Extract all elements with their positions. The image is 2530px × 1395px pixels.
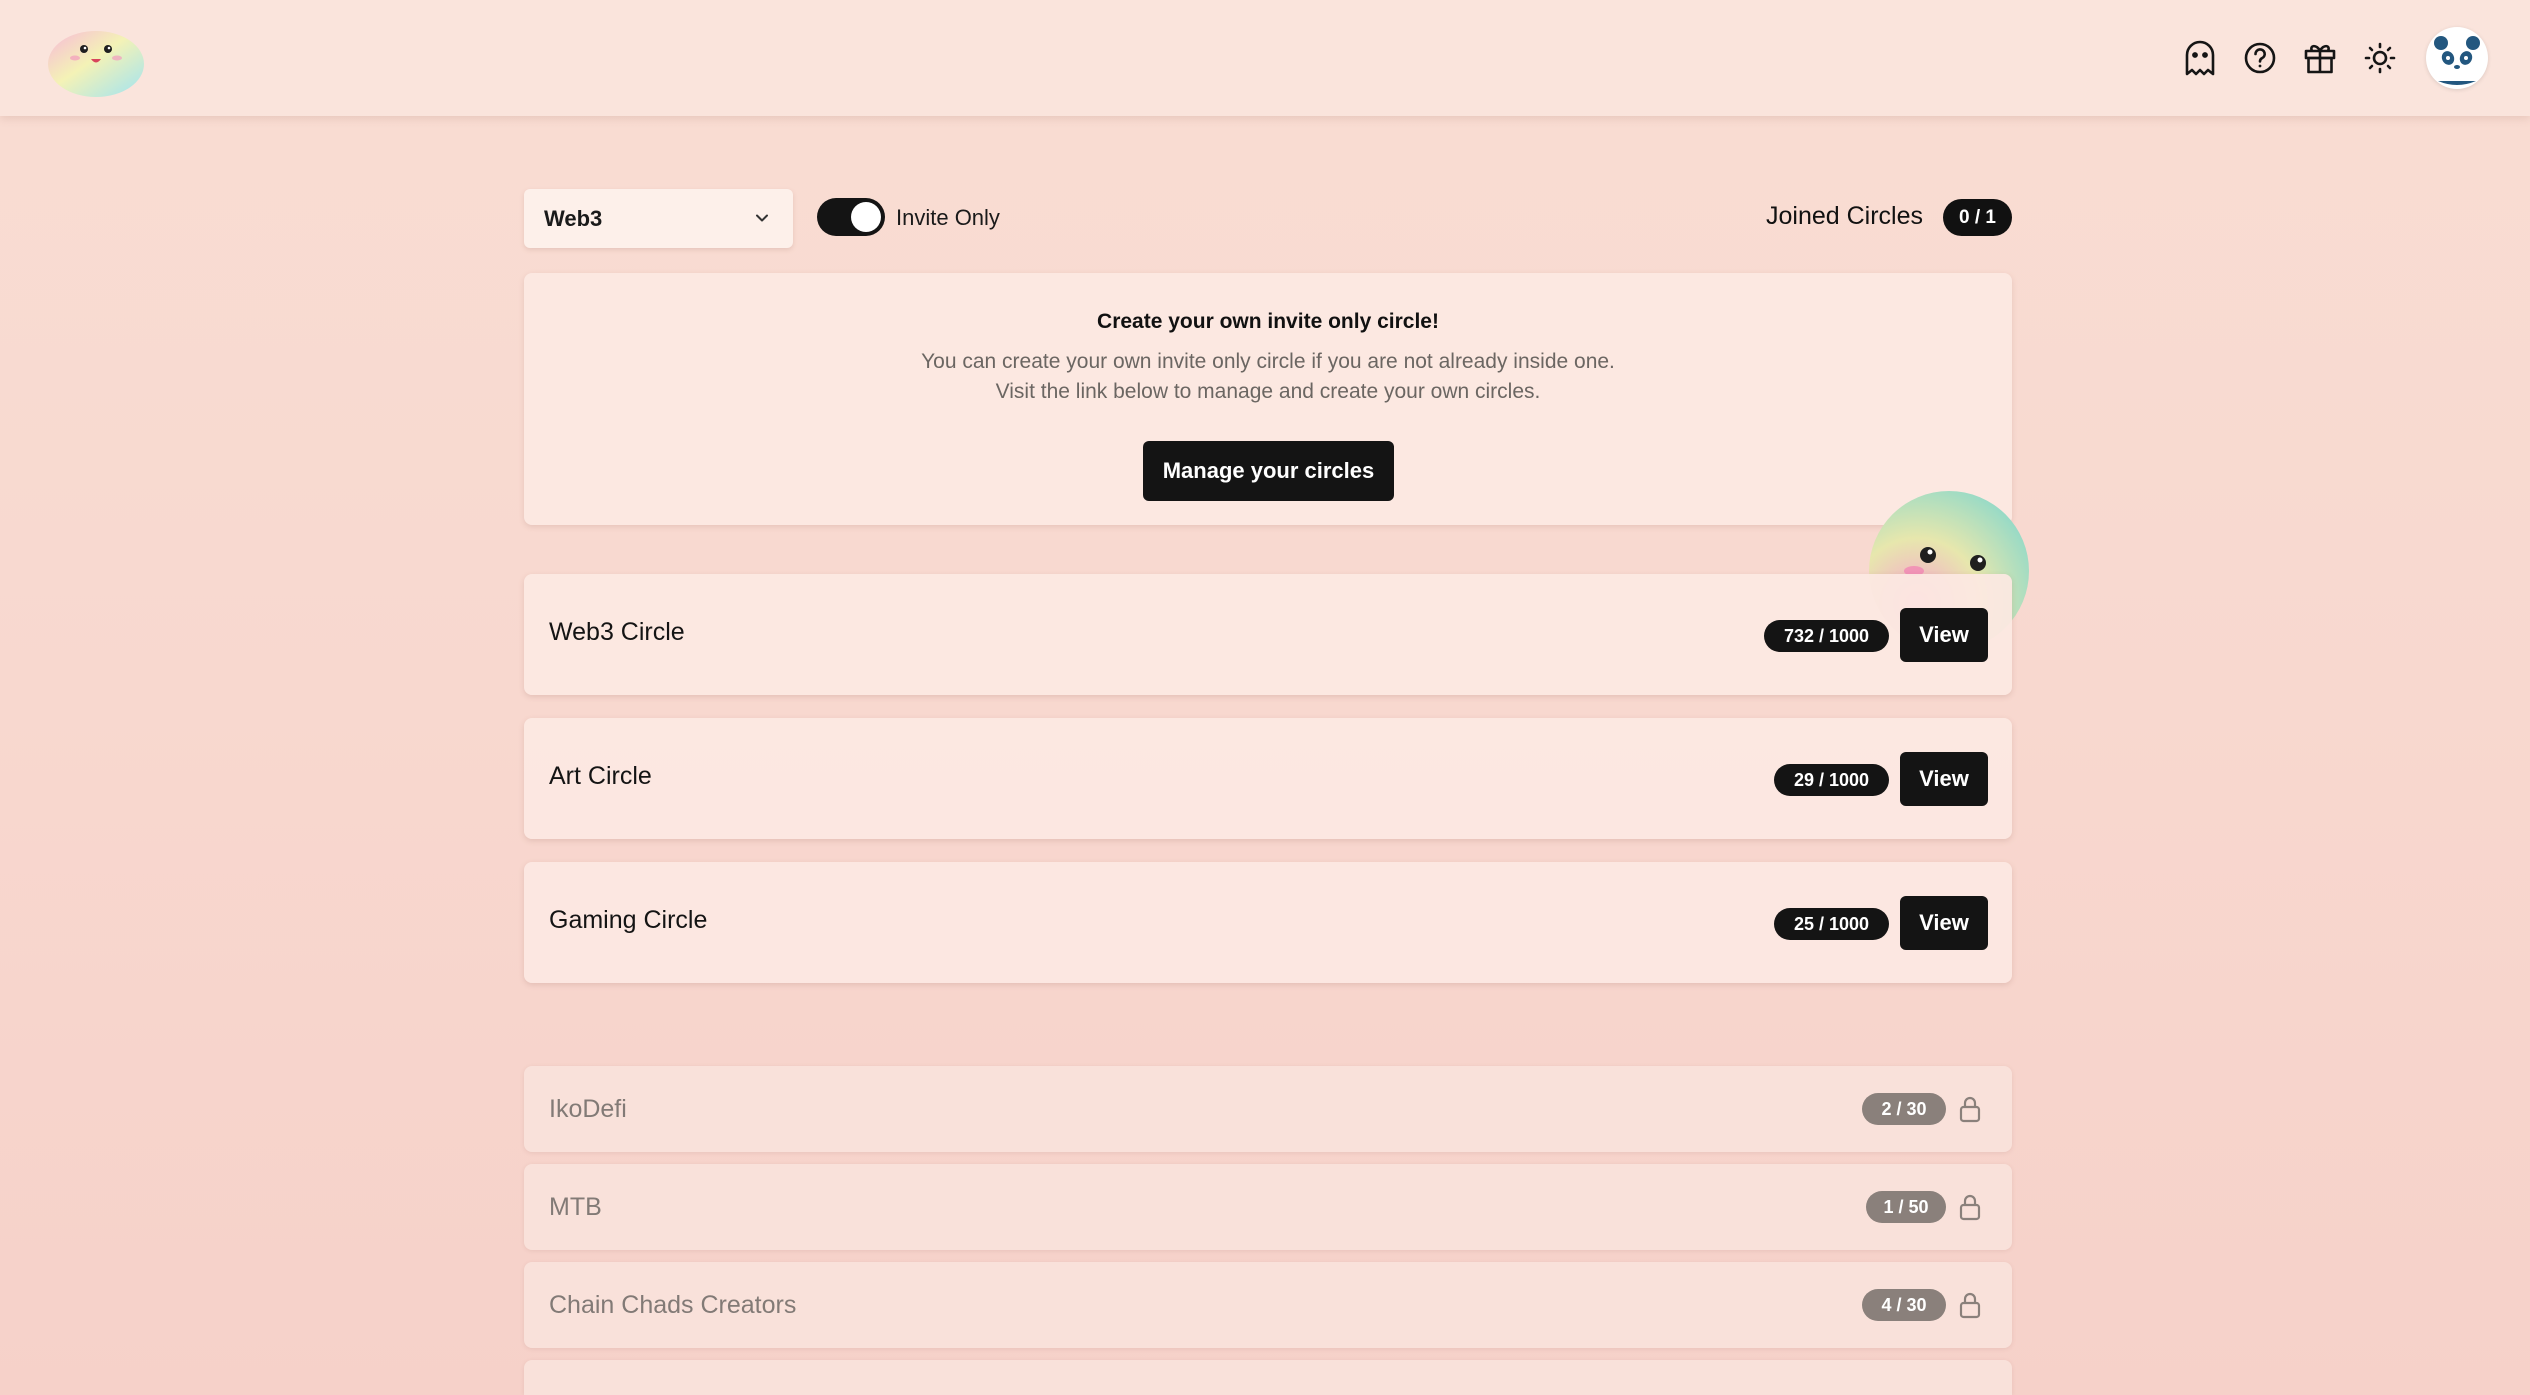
locked-member-badge: 2 / 30	[1862, 1093, 1946, 1125]
locked-member-badge: 4 / 30	[1862, 1289, 1946, 1321]
locked-circle-mtb[interactable]: MTB 1 / 50	[524, 1164, 2012, 1250]
circle-name: Web3 Circle	[549, 618, 685, 646]
invite-only-label: Invite Only	[896, 205, 1000, 230]
view-button-gaming[interactable]: View	[1900, 896, 1988, 950]
create-circle-card: Create your own invite only circle! You …	[524, 273, 2012, 525]
create-circle-desc-line1: You can create your own invite only circ…	[921, 350, 1615, 373]
view-button-web3[interactable]: View	[1900, 608, 1988, 662]
view-button-art[interactable]: View	[1900, 752, 1988, 806]
circle-card-web3: Web3 Circle 732 / 1000 View	[524, 574, 2012, 695]
category-select[interactable]: Web3	[524, 189, 793, 248]
locked-circle-partial[interactable]	[524, 1360, 2012, 1395]
locked-member-badge: 1 / 50	[1866, 1191, 1946, 1223]
circle-name: Art Circle	[549, 762, 652, 790]
circle-name: Gaming Circle	[549, 906, 708, 934]
toggle-knob	[851, 202, 881, 232]
invite-only-toggle[interactable]	[817, 198, 885, 236]
joined-circles-label: Joined Circles	[1766, 202, 1924, 230]
create-circle-desc-line2: Visit the link below to manage and creat…	[995, 380, 1541, 403]
ghost-icon[interactable]	[2176, 34, 2224, 82]
locked-circle-name: MTB	[549, 1193, 602, 1221]
category-select-value: Web3	[544, 205, 603, 231]
member-count-badge: 29 / 1000	[1774, 764, 1889, 796]
circle-card-gaming: Gaming Circle 25 / 1000 View	[524, 862, 2012, 983]
create-circle-description: You can create your own invite only circ…	[524, 347, 2012, 407]
manage-circles-button[interactable]: Manage your circles	[1143, 441, 1394, 501]
sun-icon[interactable]	[2356, 34, 2404, 82]
circle-card-art: Art Circle 29 / 1000 View	[524, 718, 2012, 839]
locked-circle-name: IkoDefi	[549, 1095, 627, 1123]
panda-avatar-icon	[2427, 28, 2487, 88]
lock-icon	[1959, 1292, 1981, 1319]
blob-mascot-logo-icon[interactable]	[47, 18, 145, 98]
top-nav-bar	[0, 0, 2530, 116]
help-icon[interactable]	[2236, 34, 2284, 82]
locked-circle-chain-chads[interactable]: Chain Chads Creators 4 / 30	[524, 1262, 2012, 1348]
member-count-badge: 25 / 1000	[1774, 908, 1889, 940]
member-count-badge: 732 / 1000	[1764, 620, 1889, 652]
joined-circles-badge: 0 / 1	[1943, 199, 2012, 236]
create-circle-title: Create your own invite only circle!	[1097, 310, 1439, 333]
chevron-down-icon	[756, 214, 768, 222]
lock-icon	[1959, 1194, 1981, 1221]
user-avatar[interactable]	[2426, 27, 2488, 89]
locked-circle-name: Chain Chads Creators	[549, 1291, 797, 1319]
lock-icon	[1959, 1096, 1981, 1123]
locked-circle-ikodefi[interactable]: IkoDefi 2 / 30	[524, 1066, 2012, 1152]
gift-icon[interactable]	[2296, 34, 2344, 82]
